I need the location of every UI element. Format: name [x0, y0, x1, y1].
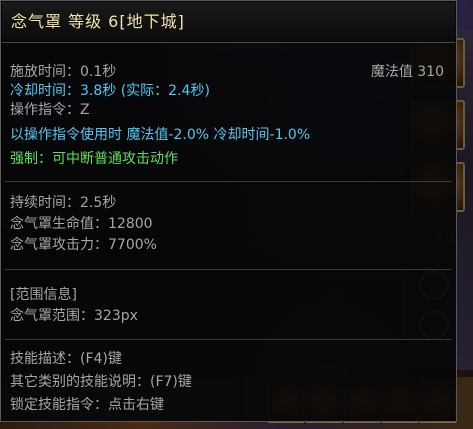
- cast-time: 施放时间：0.1秒: [10, 64, 117, 80]
- mana-cost: 魔法值 310: [370, 64, 444, 80]
- force-cancel: 强制：可中断普通攻击动作: [10, 151, 178, 167]
- command-key: 操作指令：Z: [10, 102, 90, 118]
- game-screen: 重量 念气罩 等级 6[地下城] 施放时间：0.1秒 魔法值 310 冷却时间：…: [0, 0, 473, 429]
- shield-hp: 念气罩生命值：12800: [10, 216, 153, 232]
- divider: [5, 181, 452, 182]
- skill-desc-key: 技能描述：(F4)键: [10, 351, 122, 367]
- other-skill-desc-key: 其它类别的技能说明：(F7)键: [10, 374, 192, 390]
- command-bonus: 以操作指令使用时 魔法值-2.0% 冷却时间-1.0%: [10, 127, 311, 143]
- skill-tooltip: 念气罩 等级 6[地下城] 施放时间：0.1秒 魔法值 310 冷却时间：3.8…: [0, 0, 457, 422]
- divider: [5, 339, 452, 340]
- skill-title: 念气罩 等级 6[地下城]: [11, 12, 185, 31]
- divider: [5, 269, 452, 270]
- range-header: [范围信息]: [10, 287, 77, 303]
- shield-attack: 念气罩攻击力：7700%: [10, 237, 157, 253]
- tooltip-header: 念气罩 等级 6[地下城]: [2, 2, 455, 43]
- cooldown: 冷却时间：3.8秒 (实际：2.4秒): [10, 83, 210, 99]
- lock-skill-hint: 锁定技能指令：点击右键: [10, 397, 164, 413]
- duration: 持续时间：2.5秒: [10, 195, 117, 211]
- shield-range: 念气罩范围：323px: [10, 308, 138, 324]
